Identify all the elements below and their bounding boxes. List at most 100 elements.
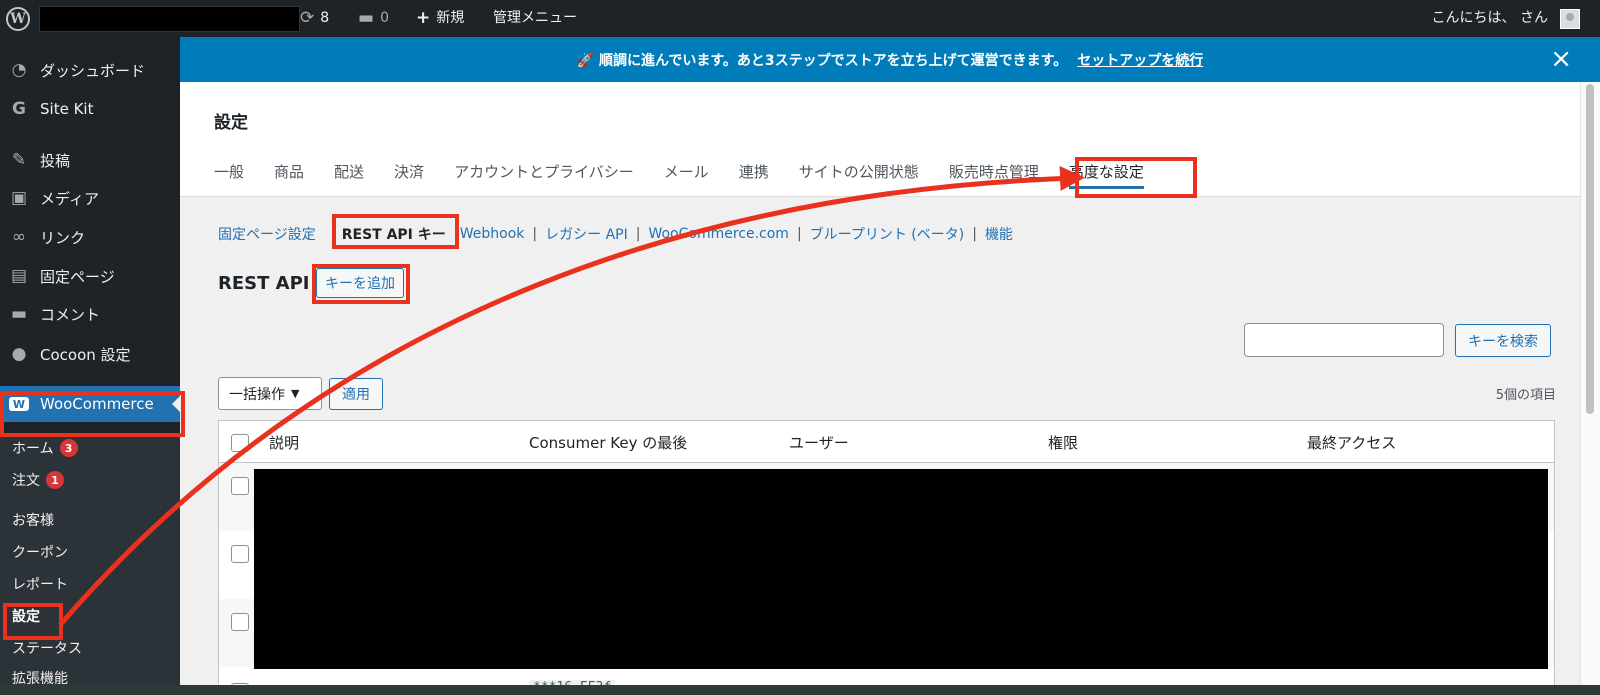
- separator: |: [532, 226, 538, 242]
- plus-icon: +: [416, 8, 431, 28]
- bulk-action-select[interactable]: 一括操作 ▼: [218, 377, 322, 410]
- row-checkbox[interactable]: [231, 613, 249, 631]
- submenu-item-home[interactable]: ホーム 3: [12, 438, 78, 458]
- separator: |: [796, 226, 802, 242]
- admin-bar: W ⟳ 8 ▬ 0 + 新規 管理メニュー こんにちは、 さん: [0, 0, 1600, 37]
- submenu-label: お客様: [12, 513, 54, 529]
- sidebar-item-media[interactable]: ▣ メディア: [0, 180, 180, 216]
- column-user: ユーザー: [789, 434, 849, 452]
- submenu-label: 注文: [12, 473, 40, 489]
- tab-payments[interactable]: 決済: [394, 161, 424, 189]
- admin-menu-link[interactable]: 管理メニュー: [493, 0, 577, 37]
- row-checkbox[interactable]: [231, 545, 249, 563]
- sidebar-item-posts[interactable]: ✎ 投稿: [0, 142, 180, 178]
- tab-general[interactable]: 一般: [214, 161, 244, 189]
- sidebar-item-label: リンク: [40, 228, 86, 247]
- greeting-text: こんにちは、 さん: [1431, 10, 1548, 26]
- subsection-features[interactable]: 機能: [985, 224, 1013, 244]
- site-name-redacted[interactable]: [39, 6, 300, 32]
- tab-emails[interactable]: メール: [664, 161, 709, 189]
- apply-button[interactable]: 適用: [329, 378, 383, 410]
- subsection-rest-api-keys[interactable]: REST API キー: [334, 224, 454, 244]
- bulk-action-value: 一括操作: [229, 386, 285, 403]
- admin-menu-label: 管理メニュー: [493, 10, 577, 26]
- continue-setup-link[interactable]: セットアップを続行: [1077, 50, 1203, 70]
- sidebar-item-label: コメント: [40, 305, 101, 324]
- avatar[interactable]: [1560, 9, 1580, 29]
- select-all-checkbox[interactable]: [231, 434, 249, 452]
- sidebar-item-label: メディア: [40, 189, 99, 208]
- new-label: 新規: [436, 10, 465, 26]
- tab-accounts-privacy[interactable]: アカウントとプライバシー: [454, 161, 634, 189]
- column-description[interactable]: 説明: [269, 432, 299, 453]
- subsection-blueprint-beta[interactable]: ブループリント (ベータ): [810, 224, 965, 244]
- sidebar-item-comments[interactable]: ▬ コメント: [0, 296, 180, 332]
- tab-products[interactable]: 商品: [274, 161, 304, 189]
- submenu-item-reports[interactable]: レポート: [12, 574, 68, 594]
- sidebar-item-pages[interactable]: ▤ 固定ページ: [0, 258, 180, 294]
- comments-count: 0: [380, 10, 389, 26]
- sidebar-item-links[interactable]: ∞ リンク: [0, 219, 180, 255]
- tab-shipping[interactable]: 配送: [334, 161, 364, 189]
- google-icon: G: [12, 99, 26, 119]
- sidebar-item-label: ダッシュボード: [40, 61, 146, 80]
- updates-count: 8: [320, 10, 330, 26]
- sidebar-item-label: WooCommerce: [40, 395, 154, 413]
- page-icon: ▤: [10, 266, 28, 286]
- subsection-legacy-api[interactable]: レガシー API: [545, 224, 628, 244]
- comment-bubble-icon: ▬: [358, 8, 375, 28]
- sidebar-item-dashboard[interactable]: ◔ ダッシュボード: [0, 52, 180, 88]
- media-icon: ▣: [10, 188, 28, 208]
- woo-icon: W: [8, 394, 30, 414]
- submenu-label: クーポン: [12, 545, 68, 561]
- search-keys-button[interactable]: キーを検索: [1455, 324, 1551, 357]
- setup-notice-banner: 🚀 順調に進んでいます。あと3ステップでストアを立ち上げて運営できます。 セット…: [180, 37, 1600, 82]
- notification-badge: 3: [59, 439, 78, 457]
- sidebar-item-cocoon[interactable]: ● Cocoon 設定: [0, 336, 180, 372]
- close-icon[interactable]: ×: [1550, 46, 1572, 72]
- pin-icon: ✎: [11, 150, 27, 170]
- subsection-page-setup[interactable]: 固定ページ設定: [218, 224, 316, 244]
- tab-advanced[interactable]: 高度な設定: [1068, 161, 1144, 189]
- updates-menu[interactable]: ⟳ 8: [300, 0, 329, 37]
- sidebar-item-site-kit[interactable]: G Site Kit: [0, 91, 180, 127]
- submenu-label: ホーム: [12, 441, 54, 457]
- wordpress-logo-icon[interactable]: W: [6, 7, 30, 31]
- separator: |: [972, 226, 977, 242]
- sidebar-item-label: 投稿: [40, 151, 71, 170]
- notification-badge: 1: [46, 471, 64, 489]
- my-account-menu[interactable]: こんにちは、 さん: [1432, 0, 1548, 37]
- rest-api-heading: REST API: [218, 273, 310, 294]
- submenu-label: 設定: [12, 609, 40, 625]
- comments-menu[interactable]: ▬ 0: [358, 0, 389, 37]
- submenu-item-coupons[interactable]: クーポン: [12, 542, 68, 562]
- tab-integration[interactable]: 連携: [739, 161, 769, 189]
- refresh-icon: ⟳: [300, 8, 315, 28]
- tab-point-of-sale[interactable]: 販売時点管理: [949, 161, 1039, 189]
- submenu-item-orders[interactable]: 注文 1: [12, 470, 64, 490]
- column-consumer-key: Consumer Key の最後: [529, 434, 688, 452]
- column-last-access: 最終アクセス: [1307, 434, 1397, 452]
- item-count: 5個の項目: [1495, 388, 1556, 403]
- submenu-item-settings[interactable]: 設定: [12, 606, 40, 626]
- scrollbar-thumb[interactable]: [1586, 84, 1594, 414]
- sidebar-item-woocommerce[interactable]: W WooCommerce: [0, 386, 180, 422]
- submenu-item-customers[interactable]: お客様: [12, 510, 54, 530]
- key-search-input[interactable]: [1244, 323, 1444, 357]
- subsection-woocommerce-com[interactable]: WooCommerce.com: [648, 226, 789, 242]
- api-keys-table: 説明 Consumer Key の最後 ユーザー 権限 最終アクセス メモ **…: [218, 420, 1555, 695]
- submenu-label: ステータス: [12, 641, 82, 657]
- sidebar-item-label: 固定ページ: [40, 267, 115, 286]
- link-icon: ∞: [11, 227, 27, 247]
- notice-text: 🚀 順調に進んでいます。あと3ステップでストアを立ち上げて運営できます。: [576, 52, 1068, 69]
- subsection-webhook[interactable]: Webhook: [460, 226, 525, 242]
- redacted-rows: [254, 469, 1548, 669]
- advanced-subsections-nav: 固定ページ設定 REST API キー Webhook | レガシー API |…: [218, 224, 1013, 244]
- new-content-menu[interactable]: + 新規: [416, 0, 464, 37]
- tab-site-visibility[interactable]: サイトの公開状態: [799, 161, 919, 189]
- row-checkbox[interactable]: [231, 477, 249, 495]
- dashboard-icon: ◔: [11, 60, 27, 80]
- add-key-button[interactable]: キーを追加: [316, 268, 404, 298]
- page-title: 設定: [214, 113, 248, 133]
- submenu-item-status[interactable]: ステータス: [12, 638, 82, 658]
